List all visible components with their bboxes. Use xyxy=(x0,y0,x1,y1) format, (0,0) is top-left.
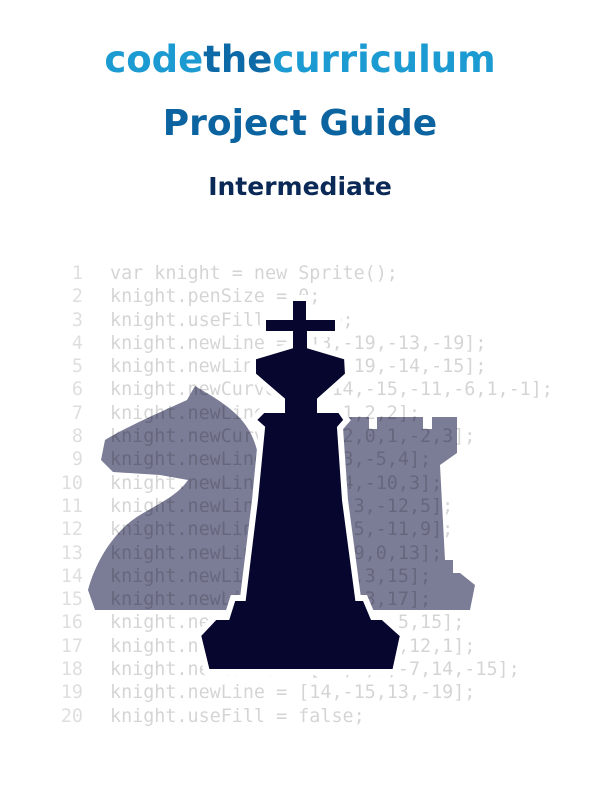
king-icon xyxy=(194,295,407,675)
foreground-piece xyxy=(194,295,407,675)
